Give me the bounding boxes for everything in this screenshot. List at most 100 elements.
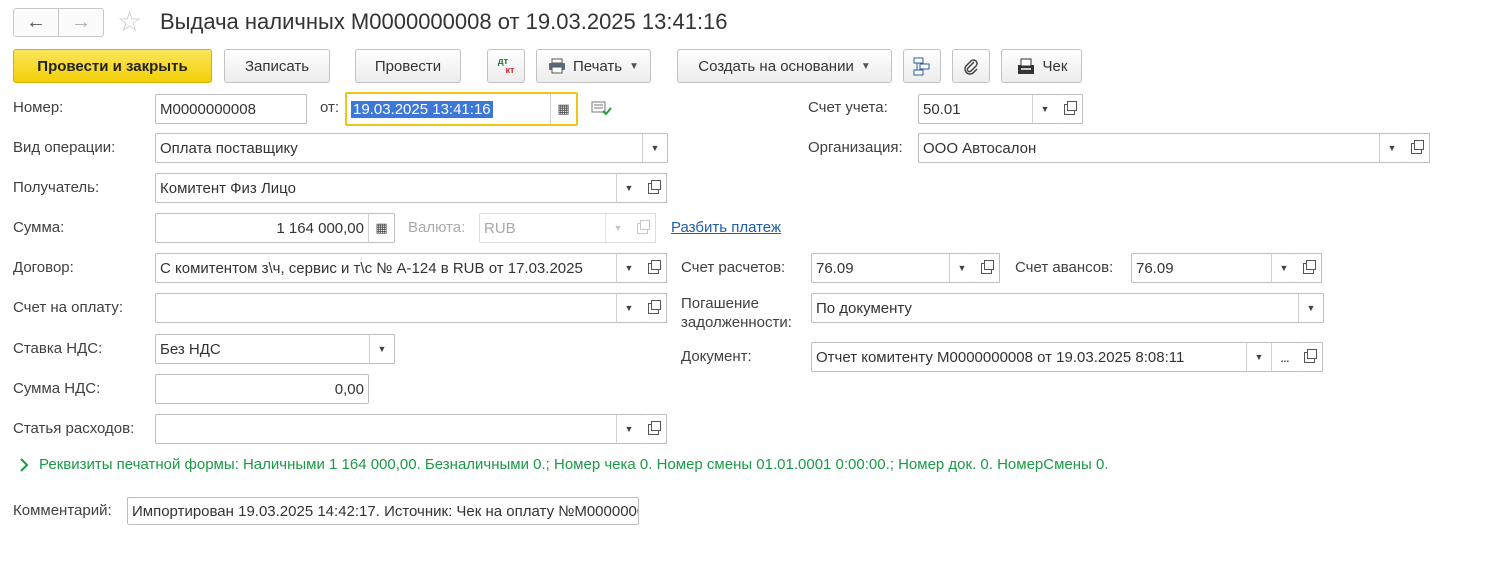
date-value: 19.03.2025 13:41:16 [351,100,493,118]
structure-button[interactable] [903,49,941,83]
arrow-left-icon: ← [26,11,46,33]
chevron-down-icon[interactable]: ▼ [616,294,641,322]
page-title: Выдача наличных М0000000008 от 19.03.202… [160,9,728,34]
currency-open-button [630,213,656,243]
advance-account-label: Счет авансов: [1015,259,1114,276]
recipient-label: Получатель: [13,179,100,196]
settlement-account-open-button[interactable] [974,253,1000,283]
save-button[interactable]: Записать [224,49,330,83]
open-window-icon [637,219,650,234]
print-button[interactable]: Печать ▼ [536,49,651,83]
select-dots-icon[interactable]: ... [1271,343,1297,371]
repayment-select[interactable]: По документу ▼ [811,293,1324,323]
invoice-open-button[interactable] [641,293,667,323]
number-field[interactable]: М0000000008 [155,94,307,124]
date-field[interactable]: 19.03.2025 13:41:16 ▦ [345,92,578,126]
expense-open-button[interactable] [641,414,667,444]
favorite-star-icon[interactable]: ☆ [117,5,142,38]
create-based-on-label: Создать на основании [698,57,854,75]
chevron-down-icon[interactable]: ▼ [616,415,641,443]
recipient-open-button[interactable] [641,173,667,203]
contract-field[interactable]: С комитентом з\ч, сервис и т\с № А-124 в… [155,253,642,283]
advance-account-open-button[interactable] [1296,253,1322,283]
chevron-down-icon[interactable]: ▼ [1246,343,1271,371]
settlement-account-field[interactable]: 76.09 ▼ [811,253,975,283]
chevron-down-icon[interactable]: ▼ [642,134,667,162]
advance-account-field[interactable]: 76.09 ▼ [1131,253,1297,283]
hierarchy-icon [913,57,930,76]
calculator-icon[interactable]: ▦ [368,214,394,242]
currency-label: Валюта: [408,219,466,236]
post-and-close-button[interactable]: Провести и закрыть [13,49,212,83]
print-label: Печать [572,57,623,75]
create-based-on-button[interactable]: Создать на основании ▼ [677,49,892,83]
amount-field[interactable]: 1 164 000,00 ▦ [155,213,395,243]
receipt-button[interactable]: Чек [1001,49,1082,83]
chevron-down-icon[interactable]: ▼ [1379,134,1404,162]
open-window-icon [648,420,661,435]
comment-label: Комментарий: [13,502,112,519]
split-payment-link[interactable]: Разбить платеж [671,219,781,236]
repayment-label: Погашение задолженности: [681,295,792,331]
invoice-label: Счет на оплату: [13,299,124,316]
operation-select[interactable]: Оплата поставщику ▼ [155,133,668,163]
post-button[interactable]: Провести [355,49,461,83]
account-label: Счет учета: [808,99,888,116]
open-window-icon [1303,259,1316,274]
operation-label: Вид операции: [13,139,116,156]
open-window-icon [648,179,661,194]
receipt-label: Чек [1042,57,1068,75]
organization-field[interactable]: ООО Автосалон ▼ [918,133,1405,163]
printer-icon [548,58,565,74]
open-window-icon [981,259,994,274]
organization-label: Организация: [808,139,903,156]
chevron-down-icon[interactable]: ▼ [1032,95,1057,123]
open-window-icon [648,259,661,274]
calendar-icon[interactable]: ▦ [550,94,576,124]
forward-button[interactable]: → [58,8,104,37]
expense-item-label: Статья расходов: [13,420,135,437]
document-open-button[interactable] [1297,342,1323,372]
back-button[interactable]: ← [13,8,59,37]
open-window-icon [1411,139,1424,154]
chevron-down-icon[interactable]: ▼ [1271,254,1296,282]
account-field[interactable]: 50.01 ▼ [918,94,1058,124]
account-open-button[interactable] [1057,94,1083,124]
expense-item-field[interactable]: ▼ [155,414,642,444]
open-window-icon [1304,348,1317,363]
dt-kt-button[interactable]: дт кт [487,49,525,83]
arrow-right-icon: → [71,11,91,33]
chevron-down-icon: ▼ [629,60,640,72]
chevron-down-icon[interactable]: ▼ [616,174,641,202]
contract-label: Договор: [13,259,74,276]
vat-amount-label: Сумма НДС: [13,380,101,397]
currency-field: RUB ▼ [479,213,631,243]
chevron-down-icon: ▼ [605,214,630,242]
chevron-down-icon[interactable]: ▼ [1298,294,1323,322]
vat-amount-field[interactable]: 0,00 [155,374,369,404]
vat-rate-label: Ставка НДС: [13,340,103,357]
document-label: Документ: [681,348,752,365]
recipient-field[interactable]: Комитент Физ Лицо ▼ [155,173,642,203]
contract-open-button[interactable] [641,253,667,283]
attachments-button[interactable] [952,49,990,83]
chevron-down-icon[interactable]: ▼ [949,254,974,282]
document-field[interactable]: Отчет комитенту М0000000008 от 19.03.202… [811,342,1298,372]
amount-label: Сумма: [13,219,65,236]
chevron-right-icon[interactable] [19,458,29,472]
number-label: Номер: [13,99,64,116]
comment-field[interactable]: Импортирован 19.03.2025 14:42:17. Источн… [127,497,639,525]
invoice-field[interactable]: ▼ [155,293,642,323]
from-label: от: [320,99,340,116]
print-form-details[interactable]: Реквизиты печатной формы: Наличными 1 16… [39,456,1109,473]
paperclip-icon [964,59,978,75]
chevron-down-icon[interactable]: ▼ [616,254,641,282]
settlement-account-label: Счет расчетов: [681,259,786,276]
organization-open-button[interactable] [1404,133,1430,163]
document-check-icon[interactable] [591,100,613,118]
chevron-down-icon[interactable]: ▼ [369,335,394,363]
dt-kt-icon: дт кт [497,56,515,75]
chevron-down-icon: ▼ [860,60,871,72]
open-window-icon [1064,100,1077,115]
vat-rate-select[interactable]: Без НДС ▼ [155,334,395,364]
